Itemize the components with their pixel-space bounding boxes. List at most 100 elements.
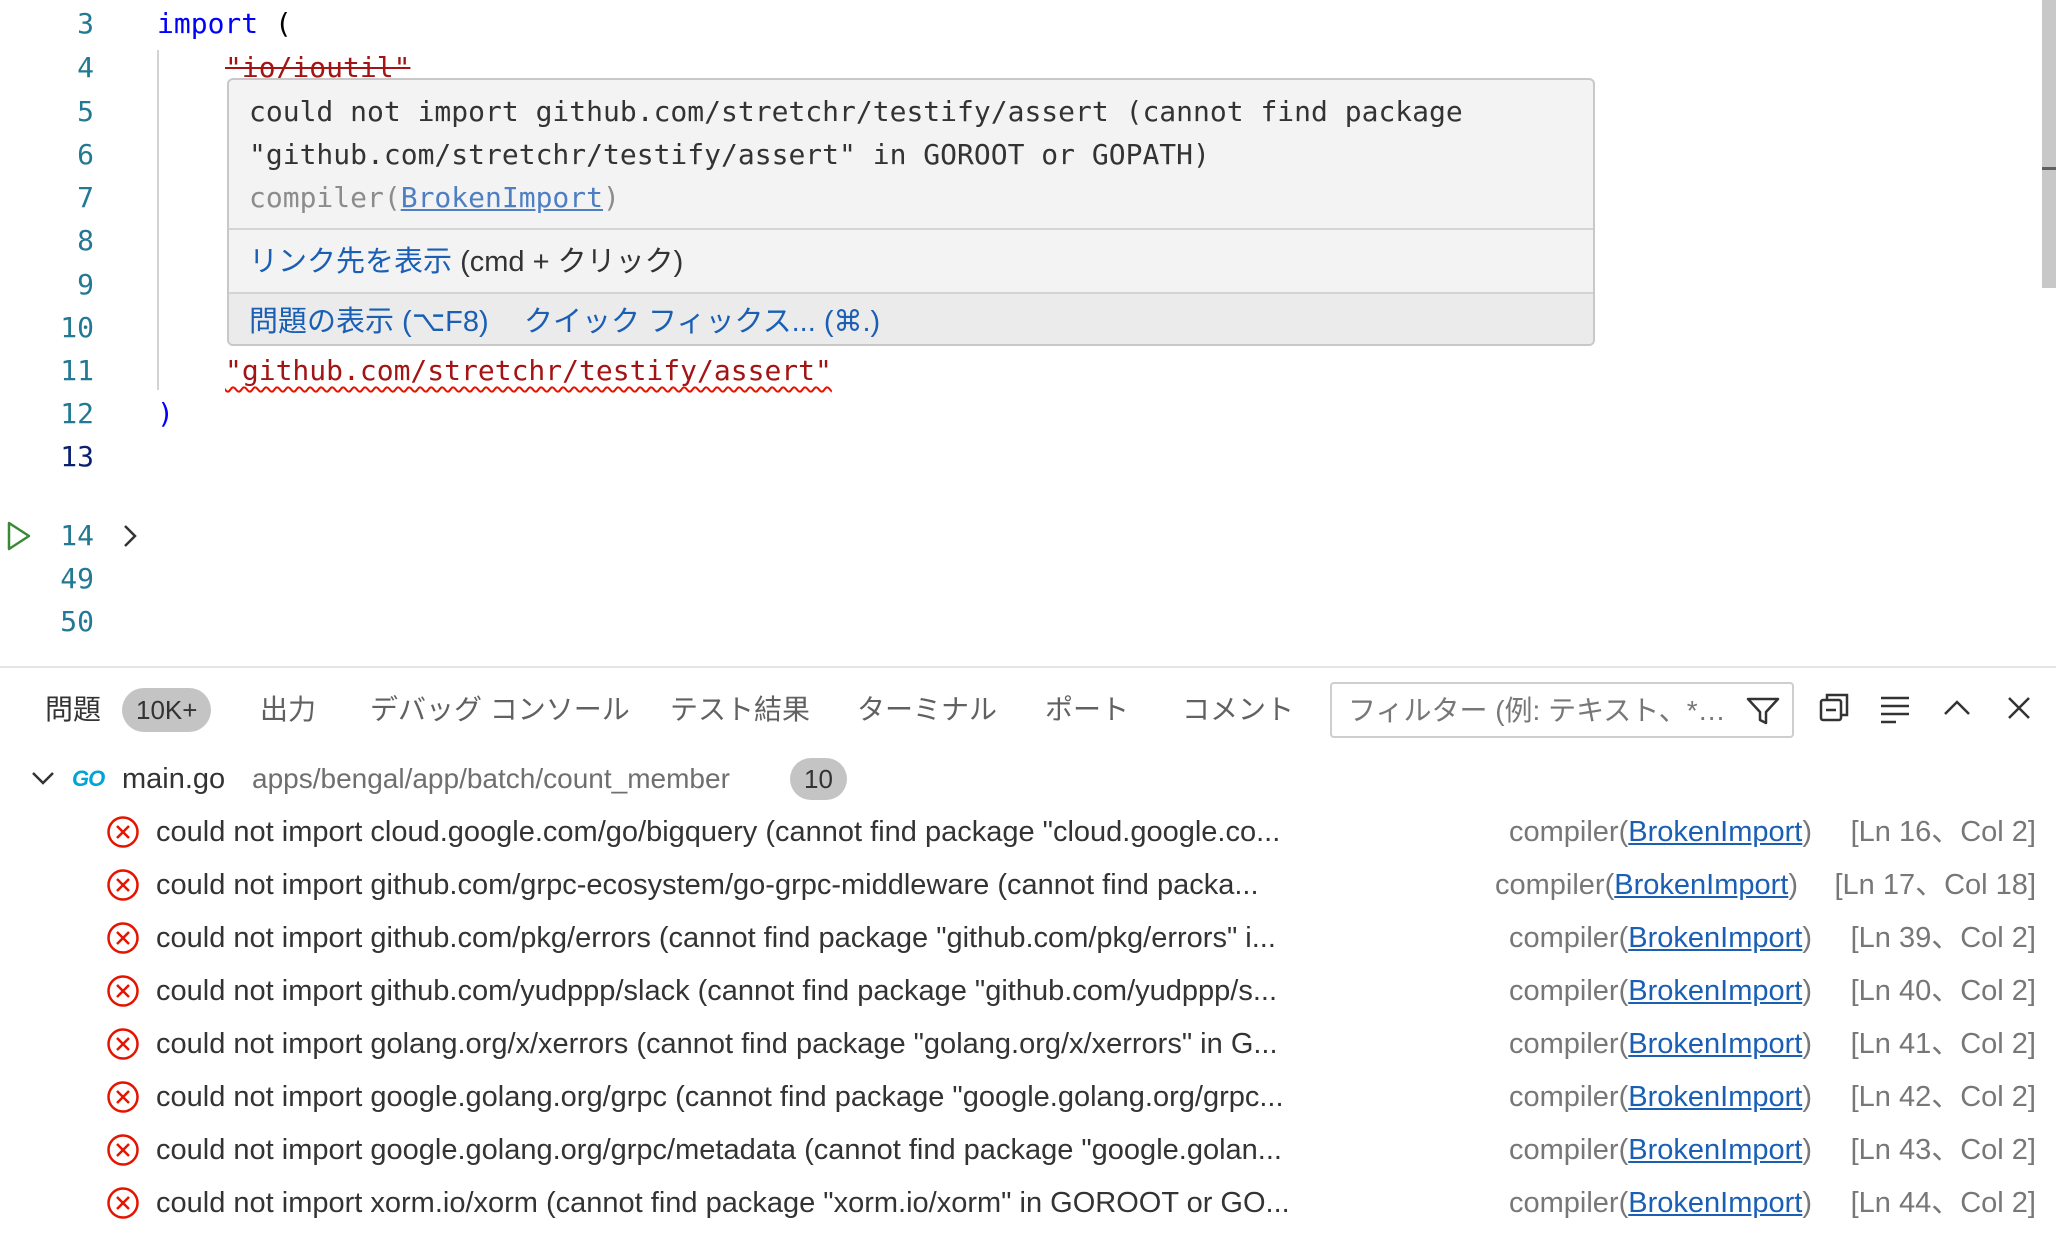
problem-message: could not import cloud.google.com/go/big… [156,816,1281,848]
close-panel-icon[interactable] [2002,690,2036,726]
code-line[interactable]: 12 ) [0,392,2040,436]
error-icon [107,1187,139,1219]
line-number: 3 [77,7,94,40]
problem-code-link[interactable]: BrokenImport [1628,1081,1802,1113]
error-icon [107,869,139,901]
problem-message: could not import github.com/yudppp/slack… [156,975,1278,1007]
follow-link[interactable]: リンク先を表示 [249,246,452,278]
filter-input[interactable] [1346,684,1730,738]
error-icon [107,1134,139,1166]
line-number: 10 [60,311,94,344]
run-icon[interactable] [6,520,32,552]
problem-row[interactable]: could not import golang.org/x/xerrors (c… [0,1018,2040,1070]
hover-code-link[interactable]: BrokenImport [401,181,603,214]
tab-test-results[interactable]: テスト結果 [670,690,810,730]
problem-source: compiler(BrokenImport) [1509,1134,1812,1166]
problem-code-link[interactable]: BrokenImport [1628,1028,1802,1060]
problem-location: [Ln 40、Col 2] [1850,975,2036,1007]
line-number: 8 [77,224,94,257]
file-name: main.go [122,763,226,795]
problem-location: [Ln 44、Col 2] [1850,1187,2036,1219]
problem-message: could not import github.com/grpc-ecosyst… [156,869,1259,901]
problem-code-link[interactable]: BrokenImport [1628,816,1802,848]
hover-error-message: could not import github.com/stretchr/tes… [249,95,1480,171]
hover-source: compiler(BrokenImport) [249,181,620,214]
tab-ports[interactable]: ポート [1045,690,1129,730]
problem-message: could not import xorm.io/xorm (cannot fi… [156,1187,1290,1219]
code-editor[interactable]: 3 import ( 4 "io/ioutil" 5 6 7 8 9 10 11… [0,0,2056,665]
code-line[interactable]: 50 [0,600,2040,644]
error-icon [107,1081,139,1113]
code-line[interactable]: 49 [0,557,2040,601]
editor-scrollbar[interactable] [2042,0,2056,288]
tab-problems[interactable]: 問題 [45,690,101,730]
quick-fix-action[interactable]: クイック フィックス... (⌘.) [524,302,880,342]
maximize-panel-icon[interactable] [1940,690,1974,726]
line-number: 13 [60,440,94,473]
line-number: 5 [77,95,94,128]
code-line[interactable]: 11 "github.com/stretchr/testify/assert" [0,349,2040,393]
code-line-current[interactable]: 13 [0,435,2040,479]
tab-debug-console[interactable]: デバッグ コンソール [370,690,630,730]
problem-source: compiler(BrokenImport) [1509,922,1812,954]
problems-count-badge: 10K+ [122,688,212,732]
closing-paren: ) [157,397,174,430]
scrollbar-cursor-marker [2042,167,2056,170]
line-number: 50 [60,605,94,638]
problem-location: [Ln 41、Col 2] [1850,1028,2036,1060]
code-line[interactable]: 14 [0,514,2040,558]
problem-location: [Ln 16、Col 2] [1850,816,2036,848]
chevron-down-icon[interactable] [30,766,56,790]
error-icon [107,1028,139,1060]
problem-code-link[interactable]: BrokenImport [1614,869,1788,901]
hover-divider [229,228,1593,230]
code-line[interactable]: 3 import ( [0,2,2040,46]
import-string-error[interactable]: "github.com/stretchr/testify/assert" [225,354,832,387]
line-number: 49 [60,562,94,595]
go-file-icon: GO [72,766,105,791]
problem-message: could not import golang.org/x/xerrors (c… [156,1028,1278,1060]
problem-row[interactable]: could not import cloud.google.com/go/big… [0,806,2040,858]
problem-code-link[interactable]: BrokenImport [1628,975,1802,1007]
line-number: 6 [77,138,94,171]
filter-icon[interactable] [1746,696,1780,726]
collapse-all-icon[interactable] [1818,690,1850,726]
problem-source: compiler(BrokenImport) [1509,816,1812,848]
problem-source: compiler(BrokenImport) [1509,1187,1812,1219]
fold-chevron-icon[interactable] [120,521,140,551]
error-icon [107,975,139,1007]
code-text: ( [258,7,292,40]
problem-row[interactable]: could not import xorm.io/xorm (cannot fi… [0,1177,2040,1229]
problem-code-link[interactable]: BrokenImport [1628,1187,1802,1219]
view-problem-action[interactable]: 問題の表示 (⌥F8) [249,302,489,342]
tab-terminal[interactable]: ターミナル [857,690,997,730]
bottom-panel: 問題 10K+ 出力 デバッグ コンソール テスト結果 ターミナル ポート コメ… [0,666,2056,1234]
word-wrap-icon[interactable] [1878,690,1912,726]
line-number: 12 [60,397,94,430]
problem-location: [Ln 17、Col 18] [1834,869,2036,901]
problem-location: [Ln 42、Col 2] [1850,1081,2036,1113]
line-number: 11 [60,354,94,387]
problem-row[interactable]: could not import google.golang.org/grpc/… [0,1124,2040,1176]
line-number: 7 [77,181,94,214]
problem-row[interactable]: could not import github.com/yudppp/slack… [0,965,2040,1017]
tab-output[interactable]: 出力 [260,690,316,730]
problem-location: [Ln 39、Col 2] [1850,922,2036,954]
keyword-import: import [157,7,259,40]
line-number: 4 [77,51,94,84]
follow-link-hint: (cmd + クリック) [452,246,684,278]
error-icon [107,922,139,954]
problem-row[interactable]: could not import google.golang.org/grpc … [0,1071,2040,1123]
problem-row[interactable]: could not import github.com/grpc-ecosyst… [0,859,2040,911]
problem-code-link[interactable]: BrokenImport [1628,922,1802,954]
problems-filter [1330,682,1794,738]
error-hover-widget: could not import github.com/stretchr/tes… [227,78,1595,346]
problems-file-group[interactable]: GO main.go apps/bengal/app/batch/count_m… [0,754,2056,804]
file-problem-count-badge: 10 [790,758,847,800]
problem-row[interactable]: could not import github.com/pkg/errors (… [0,912,2040,964]
error-icon [107,816,139,848]
problem-code-link[interactable]: BrokenImport [1628,1134,1802,1166]
file-path: apps/bengal/app/batch/count_member [252,763,730,794]
tab-comments[interactable]: コメント [1182,690,1294,730]
problem-message: could not import github.com/pkg/errors (… [156,922,1276,954]
